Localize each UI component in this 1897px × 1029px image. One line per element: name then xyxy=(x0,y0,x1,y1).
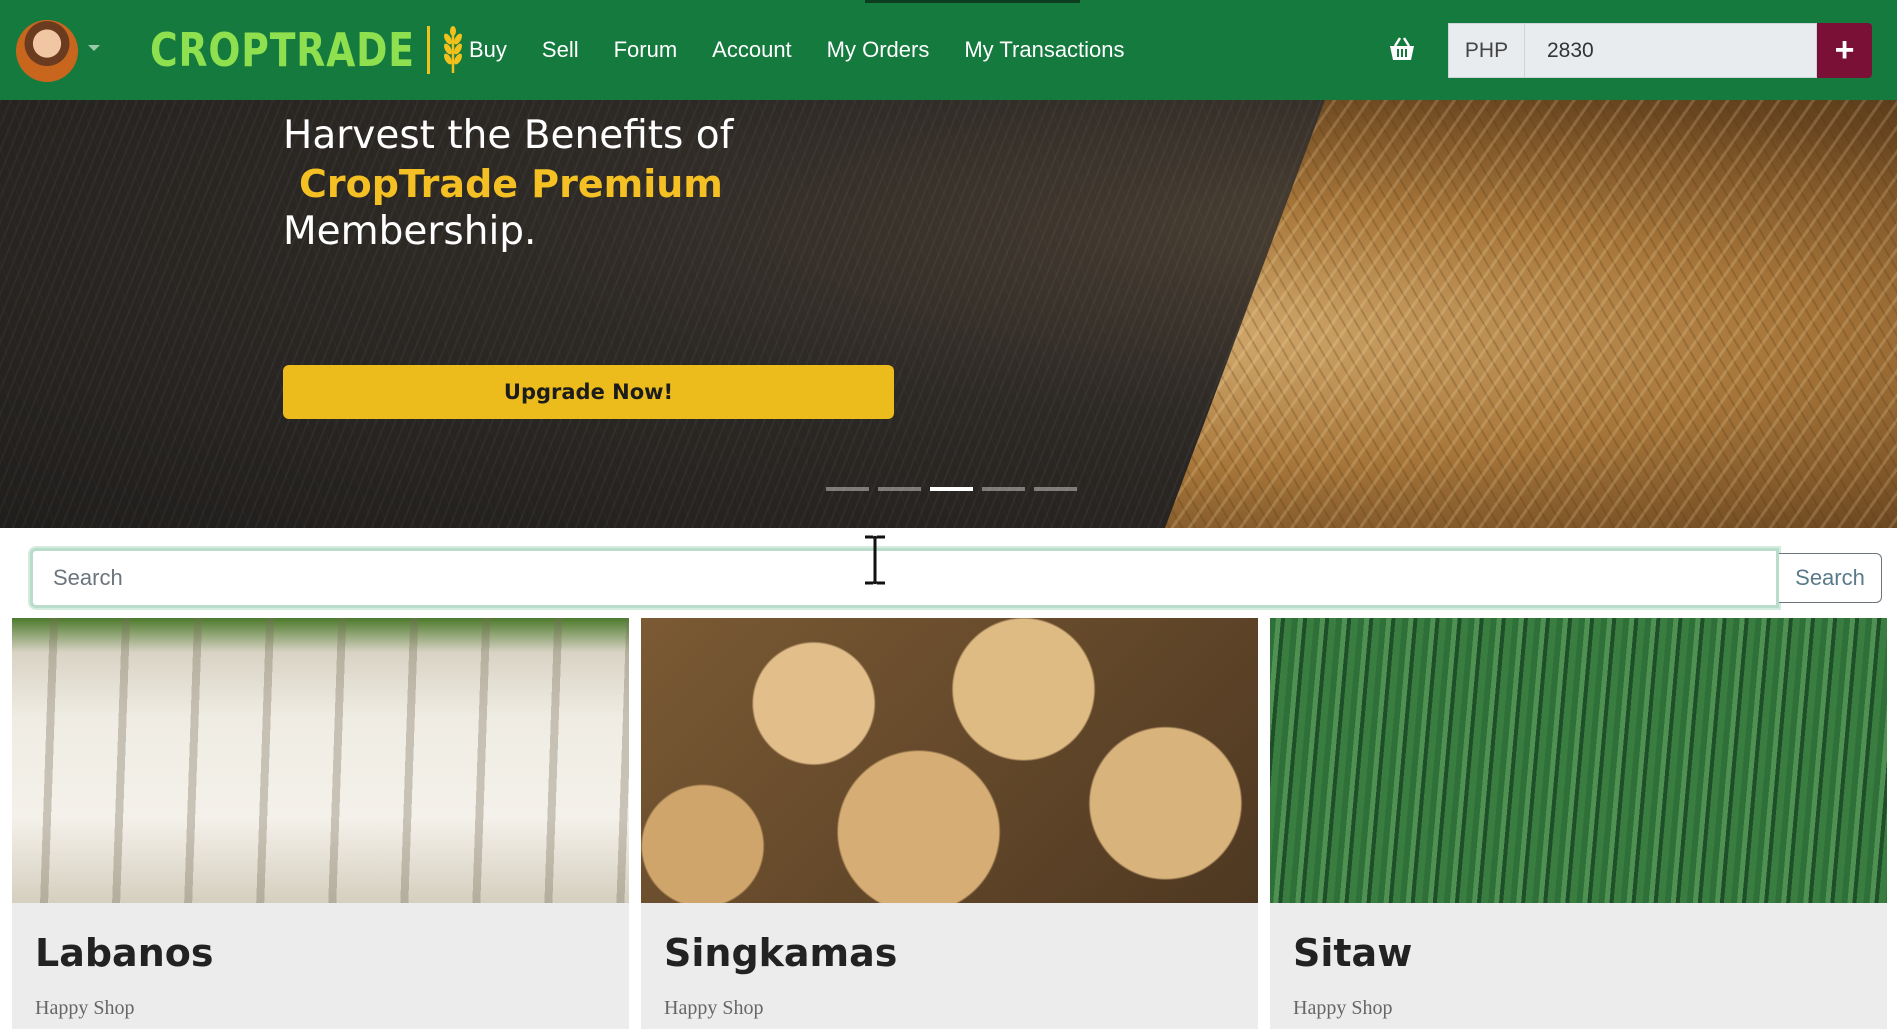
product-name[interactable]: Labanos xyxy=(35,931,629,975)
carousel-indicator-1[interactable] xyxy=(826,487,869,491)
nav-link-sell[interactable]: Sell xyxy=(542,37,579,63)
carousel-indicators xyxy=(826,487,1077,491)
carousel-indicator-4[interactable] xyxy=(982,487,1025,491)
hero-line-1: Harvest the Benefits of xyxy=(283,113,734,158)
product-shop: Happy Shop xyxy=(664,997,764,1019)
product-shop: Happy Shop xyxy=(35,997,135,1019)
currency-label: PHP xyxy=(1448,23,1524,78)
product-card-body: Labanos Happy Shop xyxy=(12,903,629,1020)
product-image-labanos[interactable] xyxy=(12,618,629,903)
product-card-body: Sitaw Happy Shop xyxy=(1270,903,1887,1020)
basket-icon[interactable] xyxy=(1388,36,1416,62)
brand-name: CROPTRADE xyxy=(150,23,415,77)
carousel-indicator-3[interactable] xyxy=(930,487,973,491)
nav-link-buy[interactable]: Buy xyxy=(469,37,507,63)
product-card[interactable]: Singkamas Happy Shop xyxy=(641,618,1258,1029)
upgrade-now-button[interactable]: Upgrade Now! xyxy=(283,365,894,419)
brand-logo[interactable]: CROPTRADE xyxy=(150,22,466,78)
main-nav: Buy Sell Forum Account My Orders My Tran… xyxy=(469,0,1125,100)
nav-link-my-orders[interactable]: My Orders xyxy=(827,37,930,63)
top-navbar: CROPTRADE Buy Sell Forum Account My Orde… xyxy=(0,0,1897,100)
product-name[interactable]: Singkamas xyxy=(664,931,1258,975)
search-bar: Search xyxy=(30,548,1882,608)
chevron-down-icon[interactable] xyxy=(88,45,100,51)
product-card-body: Singkamas Happy Shop xyxy=(641,903,1258,1020)
hero-text: Harvest the Benefits of CropTrade Premiu… xyxy=(283,112,903,256)
hero-line-3: Membership. xyxy=(283,209,537,254)
search-input[interactable] xyxy=(30,548,1779,608)
carousel-indicator-2[interactable] xyxy=(878,487,921,491)
search-button[interactable]: Search xyxy=(1779,553,1882,603)
text-cursor-icon xyxy=(865,535,885,585)
product-card[interactable]: Labanos Happy Shop xyxy=(12,618,629,1029)
add-funds-button[interactable]: + xyxy=(1817,23,1872,78)
balance-amount-field[interactable] xyxy=(1524,23,1817,78)
product-name[interactable]: Sitaw xyxy=(1293,931,1887,975)
product-grid: Labanos Happy Shop Singkamas Happy Shop … xyxy=(12,618,1892,1029)
plus-icon: + xyxy=(1834,31,1855,69)
product-card[interactable]: Sitaw Happy Shop xyxy=(1270,618,1887,1029)
brand-divider xyxy=(427,26,431,74)
user-avatar[interactable] xyxy=(16,20,78,82)
hero-highlight: CropTrade Premium xyxy=(299,162,723,206)
carousel-indicator-5[interactable] xyxy=(1034,487,1077,491)
wallet-balance: PHP + xyxy=(1448,23,1872,78)
nav-link-forum[interactable]: Forum xyxy=(614,37,678,63)
product-shop: Happy Shop xyxy=(1293,997,1393,1019)
product-image-sitaw[interactable] xyxy=(1270,618,1887,903)
wheat-icon xyxy=(444,26,462,73)
nav-link-my-transactions[interactable]: My Transactions xyxy=(964,37,1124,63)
nav-link-account[interactable]: Account xyxy=(712,37,792,63)
product-image-singkamas[interactable] xyxy=(641,618,1258,903)
